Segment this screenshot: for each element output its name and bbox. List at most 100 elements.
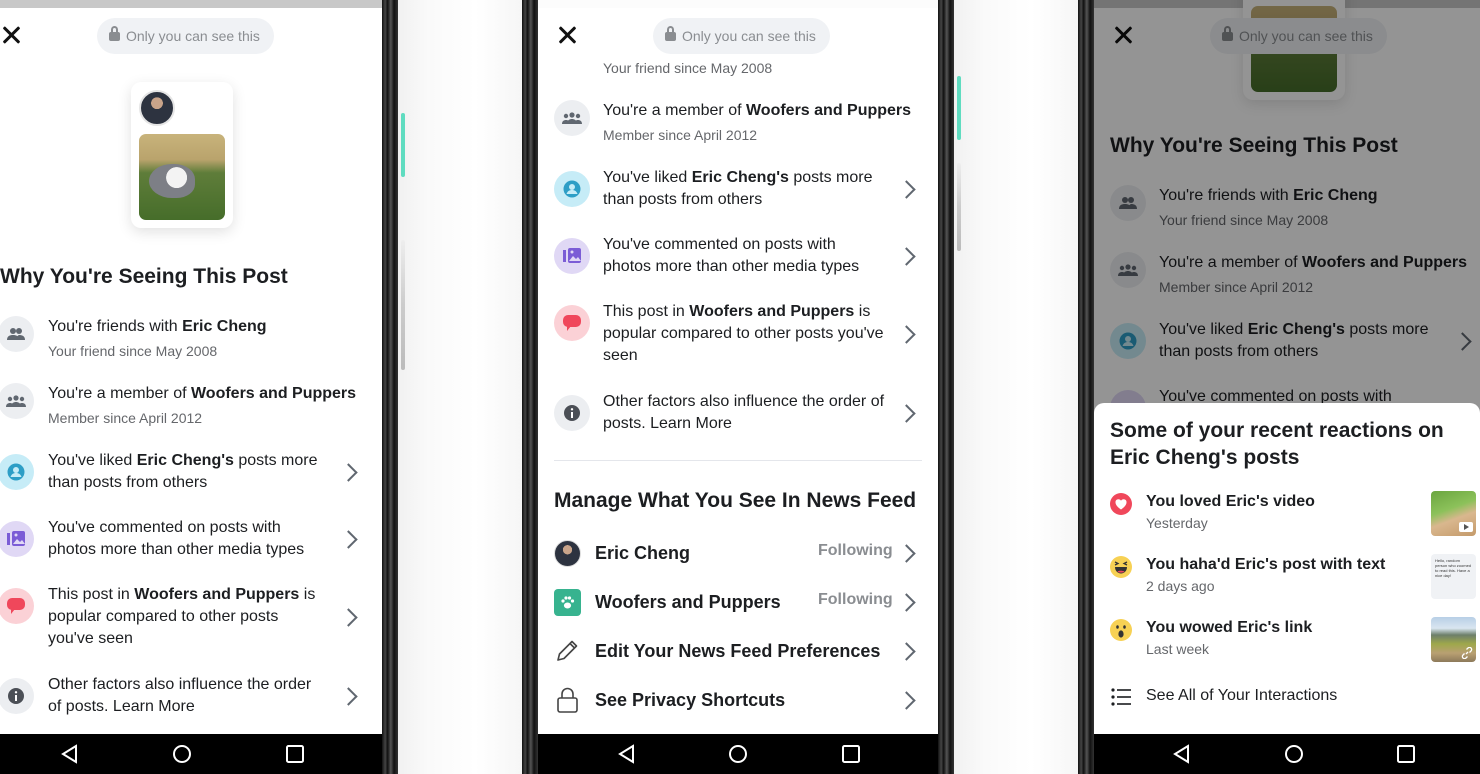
android-nav-bar [0, 734, 382, 774]
reaction-title: You loved Eric's video [1146, 493, 1315, 510]
info-icon [554, 395, 590, 431]
video-thumbnail[interactable] [1431, 491, 1476, 536]
phone-bezel [1078, 0, 1094, 774]
following-status: Following [818, 542, 893, 559]
phone-screen-2: Your friend since May 2008 Only you can … [538, 0, 938, 774]
reaction-title: You wowed Eric's link [1146, 619, 1313, 636]
close-icon[interactable] [0, 24, 24, 48]
phone-bezel [522, 0, 538, 774]
back-icon[interactable] [617, 744, 637, 764]
android-nav-bar [538, 734, 938, 774]
phone-gap [938, 0, 1094, 774]
chevron-right-icon [897, 642, 916, 661]
chevron-right-icon [897, 325, 916, 344]
manage-item-privacy-shortcuts[interactable]: See Privacy Shortcuts [554, 686, 934, 714]
phone-bezel [938, 0, 954, 774]
section-title: Why You're Seeing This Post [0, 265, 288, 288]
see-all-interactions-link[interactable]: See All of Your Interactions [1110, 687, 1480, 709]
list-icon [1111, 688, 1131, 706]
chevron-right-icon [897, 544, 916, 563]
phone-gap [382, 0, 538, 774]
comment-bubble-icon [554, 305, 590, 341]
profile-icon [0, 454, 34, 490]
reason-sub-text: Your friend since May 2008 [603, 60, 773, 76]
following-status: Following [818, 591, 893, 608]
manage-section-title: Manage What You See In News Feed [554, 489, 917, 512]
reason-item[interactable]: You've commented on posts with photos mo… [0, 517, 378, 561]
recents-icon[interactable] [1396, 744, 1416, 764]
manage-item-edit-preferences[interactable]: Edit Your News Feed Preferences [554, 637, 934, 665]
reason-item: You're friends with Eric Cheng Your frie… [0, 316, 378, 361]
back-icon[interactable] [1172, 744, 1192, 764]
manage-item-label: Edit Your News Feed Preferences [595, 640, 881, 661]
reactions-bottom-sheet: Some of your recent reactions on Eric Ch… [1094, 403, 1480, 734]
home-icon[interactable] [1284, 744, 1304, 764]
phone-screen-3: Only you can see this Why You're Seeing … [1094, 0, 1480, 774]
haha-reaction-icon [1110, 556, 1132, 578]
pencil-icon [557, 640, 578, 661]
chevron-right-icon [897, 180, 916, 199]
phone-screen-1: Only you can see this Why You're Seeing … [0, 0, 382, 774]
reason-item: You're a member of Woofers and Puppers M… [554, 100, 934, 145]
reaction-title: You haha'd Eric's post with text [1146, 556, 1386, 573]
divider [554, 460, 922, 461]
privacy-pill: Only you can see this [653, 18, 830, 54]
back-icon[interactable] [60, 744, 80, 764]
reason-item[interactable]: You've liked Eric Cheng's posts more tha… [554, 167, 938, 211]
reason-item[interactable]: This post in Woofers and Puppers is popu… [0, 584, 378, 650]
info-icon [0, 678, 34, 714]
reason-item[interactable]: You've commented on posts with photos mo… [554, 234, 938, 278]
chevron-right-icon [897, 593, 916, 612]
paw-icon [554, 588, 581, 616]
reason-item[interactable]: This post in Woofers and Puppers is popu… [554, 301, 938, 367]
privacy-text: Only you can see this [682, 28, 816, 44]
home-icon[interactable] [172, 744, 192, 764]
post-preview-card [131, 82, 233, 228]
lock-outline-icon [557, 687, 578, 713]
chevron-right-icon [339, 608, 358, 627]
chevron-right-icon [897, 404, 916, 423]
link-icon [1461, 647, 1473, 659]
privacy-text: Only you can see this [126, 28, 260, 44]
chevron-right-icon [897, 247, 916, 266]
phone-power-button [957, 76, 961, 140]
status-bar [0, 0, 382, 8]
recents-icon[interactable] [285, 744, 305, 764]
manage-item-eric-cheng[interactable]: Eric Cheng Following [554, 539, 934, 567]
avatar [139, 90, 175, 126]
android-nav-bar [1094, 734, 1480, 774]
manage-item-label: Eric Cheng [595, 542, 691, 563]
avatar [554, 539, 581, 567]
manage-item-label: Woofers and Puppers [595, 591, 781, 612]
chevron-right-icon [897, 691, 916, 710]
photos-icon [554, 238, 590, 274]
reaction-time: 2 days ago [1146, 578, 1215, 594]
close-icon[interactable] [556, 24, 580, 48]
lock-icon [665, 26, 676, 42]
manage-item-woofers-and-puppers[interactable]: Woofers and Puppers Following [554, 588, 934, 616]
text-post-thumbnail[interactable]: Hello, random person who zoomed to read … [1431, 554, 1476, 599]
reaction-time: Last week [1146, 641, 1210, 657]
reason-item[interactable]: You've liked Eric Cheng's posts more tha… [0, 450, 378, 494]
lock-icon [109, 26, 120, 42]
chevron-right-icon [339, 463, 358, 482]
manage-item-label: See Privacy Shortcuts [595, 689, 786, 710]
reason-item: You're a member of Woofers and Puppers M… [0, 383, 378, 428]
profile-icon [554, 171, 590, 207]
chevron-right-icon [339, 530, 358, 549]
privacy-pill: Only you can see this [97, 18, 274, 54]
reason-item[interactable]: Other factors also influence the order o… [554, 391, 938, 435]
chevron-right-icon [339, 687, 358, 706]
sheet-title: Some of your recent reactions on Eric Ch… [1110, 419, 1444, 469]
phone-volume-button [401, 240, 405, 370]
recents-icon[interactable] [841, 744, 861, 764]
group-icon [554, 100, 590, 136]
phone-volume-button [957, 163, 961, 251]
home-icon[interactable] [728, 744, 748, 764]
comment-bubble-icon [0, 588, 34, 624]
link-thumbnail[interactable] [1431, 617, 1476, 662]
reason-item[interactable]: Other factors also influence the order o… [0, 674, 378, 718]
phone-power-button [401, 113, 405, 177]
see-all-label: See All of Your Interactions [1146, 687, 1338, 704]
reaction-time: Yesterday [1146, 515, 1208, 531]
